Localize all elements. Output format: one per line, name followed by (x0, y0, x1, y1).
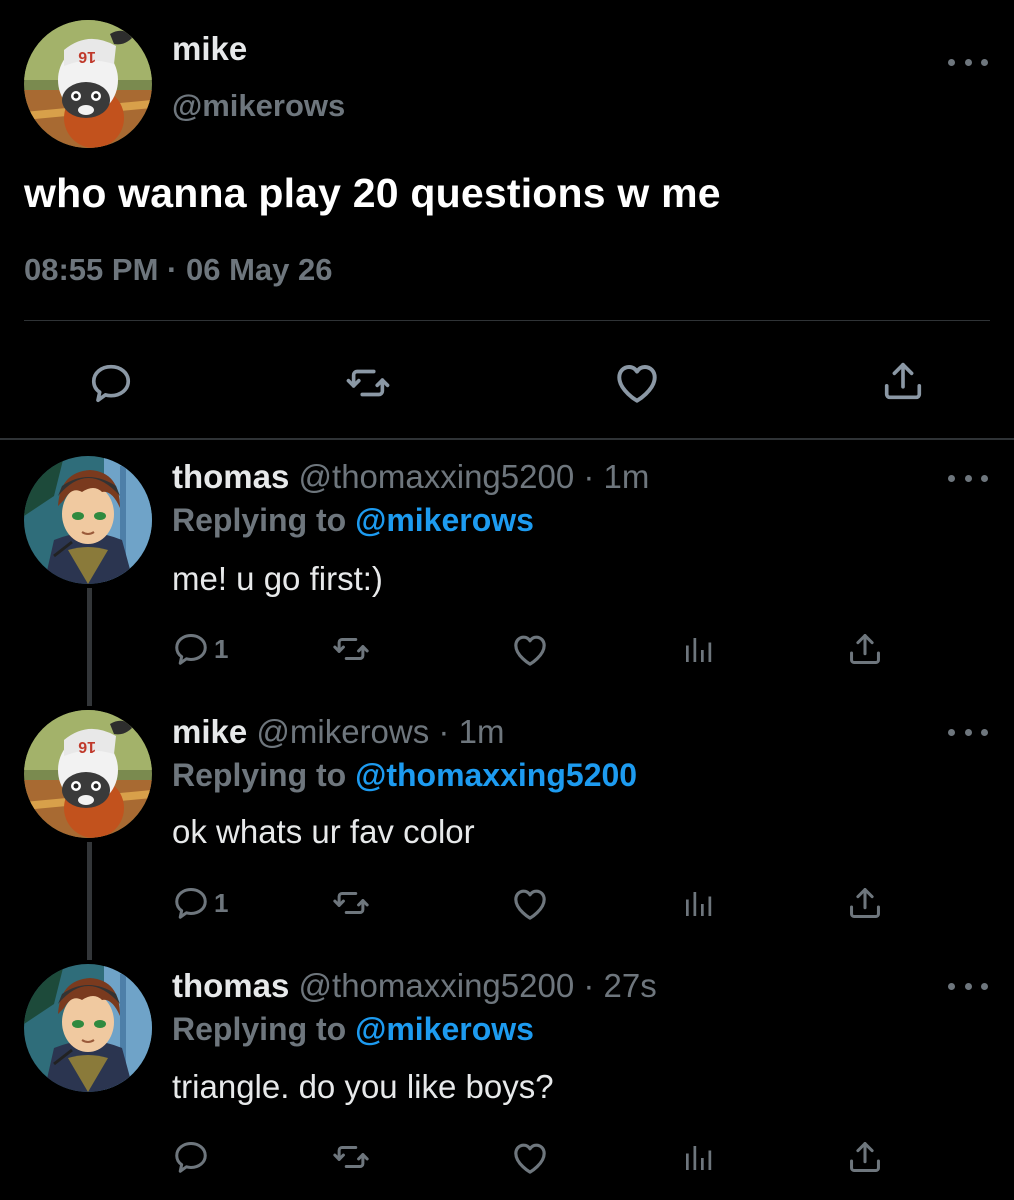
author-handle[interactable]: @mikerows (172, 88, 345, 124)
thread-line (87, 588, 92, 706)
retweet-button[interactable] (332, 630, 370, 668)
analytics-button[interactable] (680, 1140, 716, 1176)
replying-to: Replying to @thomaxxing5200 (172, 757, 637, 794)
avatar[interactable] (24, 710, 152, 838)
avatar-image (24, 456, 152, 584)
share-button[interactable] (846, 884, 884, 922)
like-button[interactable] (612, 358, 662, 408)
reply-button[interactable] (88, 360, 134, 406)
reply-button[interactable] (172, 1138, 210, 1176)
more-options-icon[interactable] (948, 722, 988, 742)
mention-link[interactable]: @mikerows (355, 1011, 534, 1047)
author-name[interactable]: mike (172, 30, 247, 68)
more-options-icon[interactable] (948, 52, 988, 72)
reply-icon (88, 360, 134, 406)
author-name[interactable]: mike (172, 713, 247, 750)
reply-header: mike @mikerows · 1m (172, 713, 504, 751)
author-handle[interactable]: @thomaxxing5200 (299, 967, 575, 1004)
tweet-timestamp[interactable]: 08:55 PM · 06 May 26 (24, 252, 332, 288)
reply-header: thomas @thomaxxing5200 · 1m (172, 458, 649, 496)
retweet-icon (332, 884, 370, 922)
thread-line (87, 842, 92, 960)
like-icon (612, 358, 662, 408)
like-button[interactable] (510, 884, 550, 924)
avatar-image (24, 20, 152, 148)
share-icon (846, 1138, 884, 1176)
like-icon (510, 884, 550, 924)
divider (0, 438, 1014, 440)
replying-to: Replying to @mikerows (172, 502, 534, 539)
tweet-time: 08:55 PM (24, 252, 159, 287)
avatar[interactable] (24, 964, 152, 1092)
avatar[interactable] (24, 456, 152, 584)
reply-text: triangle. do you like boys? (172, 1068, 554, 1105)
reply-count: 1 (214, 887, 229, 918)
retweet-button[interactable] (332, 1138, 370, 1176)
retweet-icon (332, 1138, 370, 1176)
retweet-icon (332, 630, 370, 668)
share-button[interactable] (846, 630, 884, 668)
like-button[interactable] (510, 630, 550, 670)
share-icon (846, 884, 884, 922)
reply-text: me! u go first:) (172, 560, 383, 597)
analytics-icon (680, 1140, 716, 1176)
like-icon (510, 1138, 550, 1178)
replying-to: Replying to @mikerows (172, 1011, 534, 1048)
replying-prefix: Replying to (172, 502, 347, 538)
reply-text: ok whats ur fav color (172, 813, 475, 850)
reply-icon (172, 1138, 210, 1176)
mention-link[interactable]: @thomaxxing5200 (355, 757, 637, 793)
separator: · (438, 713, 450, 750)
like-button[interactable] (510, 1138, 550, 1178)
mention-link[interactable]: @mikerows (355, 502, 534, 538)
reply-time[interactable]: 1m (604, 458, 650, 495)
avatar-image (24, 710, 152, 838)
separator: · (583, 458, 595, 495)
reply-button[interactable]: 1 (172, 884, 228, 922)
replying-prefix: Replying to (172, 1011, 347, 1047)
reply-button[interactable]: 1 (172, 630, 228, 668)
avatar[interactable] (24, 20, 152, 148)
analytics-button[interactable] (680, 886, 716, 922)
replying-prefix: Replying to (172, 757, 347, 793)
analytics-icon (680, 632, 716, 668)
author-handle[interactable]: @thomaxxing5200 (299, 458, 575, 495)
reply-time[interactable]: 1m (459, 713, 505, 750)
author-name[interactable]: thomas (172, 458, 289, 495)
like-icon (510, 630, 550, 670)
reply-count: 1 (214, 633, 229, 664)
share-button[interactable] (880, 358, 926, 404)
author-name[interactable]: thomas (172, 967, 289, 1004)
reply-icon (172, 630, 210, 668)
more-options-icon[interactable] (948, 976, 988, 996)
avatar-image (24, 964, 152, 1092)
separator: · (167, 252, 178, 287)
retweet-icon (345, 360, 391, 406)
retweet-button[interactable] (345, 360, 391, 406)
author-handle[interactable]: @mikerows (256, 713, 429, 750)
tweet-date: 06 May 26 (185, 252, 333, 287)
more-options-icon[interactable] (948, 468, 988, 488)
separator: · (583, 967, 595, 1004)
retweet-button[interactable] (332, 884, 370, 922)
analytics-button[interactable] (680, 632, 716, 668)
reply-icon (172, 884, 210, 922)
reply-time[interactable]: 27s (604, 967, 657, 1004)
share-icon (846, 630, 884, 668)
divider (24, 320, 990, 321)
tweet-text: who wanna play 20 questions w me (24, 170, 721, 216)
share-button[interactable] (846, 1138, 884, 1176)
reply-header: thomas @thomaxxing5200 · 27s (172, 967, 657, 1005)
analytics-icon (680, 886, 716, 922)
share-icon (880, 358, 926, 404)
